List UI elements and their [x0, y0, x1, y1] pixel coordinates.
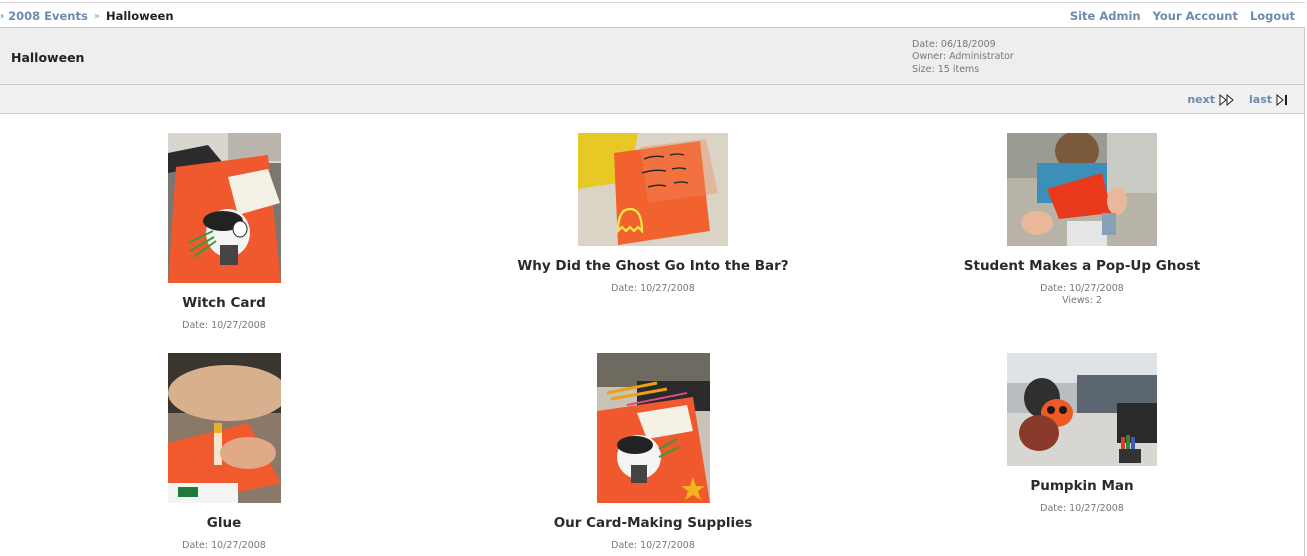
album-title: Halloween — [11, 50, 85, 65]
breadcrumb-current: Halloween — [105, 9, 174, 23]
item-views: Views: 2 — [1062, 295, 1102, 306]
breadcrumb-arrow-icon: › — [0, 10, 5, 22]
item-title-link[interactable]: Our Card-Making Supplies — [453, 515, 853, 531]
thumbnail-ghost-bar[interactable] — [578, 133, 728, 246]
item-date: Date: 10/27/2008 — [182, 320, 266, 331]
album-date: Date: 06/18/2009 — [912, 39, 996, 50]
item-title-link[interactable]: Pumpkin Man — [932, 478, 1232, 494]
logout-link[interactable]: Logout — [1250, 9, 1295, 23]
item-title-link[interactable]: Witch Card — [124, 295, 324, 311]
next-arrow-icon[interactable] — [1219, 93, 1235, 106]
top-bar: › 2008 Events » Halloween Site Admin You… — [0, 2, 1305, 27]
grid-item: Witch Card Date: 10/27/2008 — [124, 133, 324, 332]
last-arrow-icon[interactable] — [1276, 93, 1290, 106]
album-header: Halloween Date: 06/18/2009 Owner: Admini… — [0, 27, 1305, 85]
item-title-link[interactable]: Why Did the Ghost Go Into the Bar? — [453, 258, 853, 274]
last-link[interactable]: last — [1249, 93, 1272, 106]
album-size: Size: 15 items — [912, 63, 980, 75]
thumbnail-pumpkin-man[interactable] — [1007, 353, 1157, 466]
grid-item: Our Card-Making Supplies Date: 10/27/200… — [453, 353, 853, 552]
thumbnail-witch-card[interactable] — [167, 133, 281, 283]
album-owner: Owner: Administrator — [912, 51, 1014, 63]
pager: next last — [1187, 93, 1290, 106]
next-link[interactable]: next — [1187, 93, 1215, 106]
grid-item: Student Makes a Pop-Up Ghost Date: 10/27… — [932, 133, 1232, 307]
thumbnail-glue[interactable] — [167, 353, 281, 503]
breadcrumb-parent-link[interactable]: 2008 Events — [8, 9, 88, 23]
album-info: Date: 06/18/2009 Owner: Administrator Si… — [912, 39, 1014, 76]
pager-bar: next last — [0, 85, 1305, 114]
item-date: Date: 10/27/2008 — [1040, 503, 1124, 514]
grid-item: Glue Date: 10/27/2008 — [124, 353, 324, 552]
site-admin-link[interactable]: Site Admin — [1070, 9, 1141, 23]
item-date: Date: 10/27/2008 — [611, 540, 695, 551]
item-title-link[interactable]: Glue — [124, 515, 324, 531]
breadcrumb: › 2008 Events » Halloween — [0, 9, 174, 23]
user-nav: Site Admin Your Account Logout — [1070, 9, 1295, 23]
grid-item: Pumpkin Man Date: 10/27/2008 — [932, 353, 1232, 515]
item-date: Date: 10/27/2008 — [182, 540, 266, 551]
item-title-link[interactable]: Student Makes a Pop-Up Ghost — [932, 258, 1232, 274]
thumbnail-card-supplies[interactable] — [596, 353, 710, 503]
item-date: Date: 10/27/2008 — [611, 283, 695, 294]
grid-item: Why Did the Ghost Go Into the Bar? Date:… — [453, 133, 853, 295]
breadcrumb-separator-icon: » — [93, 10, 100, 22]
thumbnail-pop-up-ghost[interactable] — [1007, 133, 1157, 246]
thumbnail-grid: Witch Card Date: 10/27/2008 Why Did the … — [0, 114, 1305, 556]
your-account-link[interactable]: Your Account — [1153, 9, 1238, 23]
item-date: Date: 10/27/2008 — [1040, 283, 1124, 294]
